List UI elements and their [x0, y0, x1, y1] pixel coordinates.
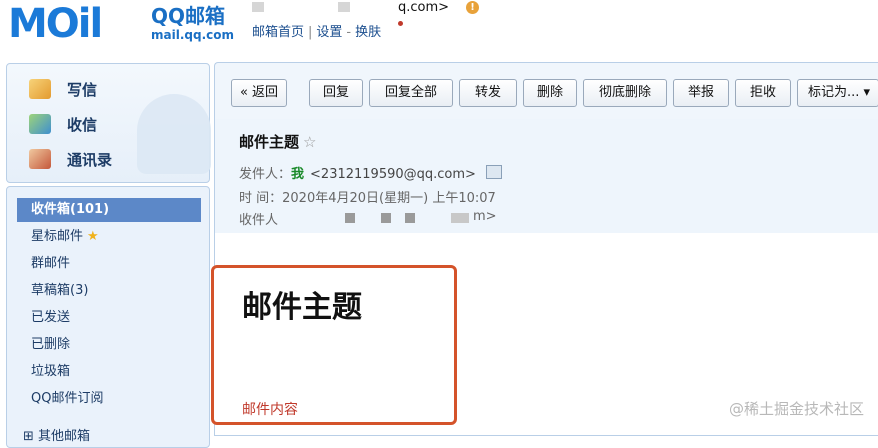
nav-home-link[interactable]: 邮箱首页: [252, 25, 304, 40]
folder-drafts[interactable]: 草稿箱(3): [17, 279, 201, 303]
redacted-username: [338, 2, 350, 12]
report-button[interactable]: 举报: [673, 79, 729, 107]
penguin-mascot-image: [137, 94, 211, 174]
contacts-button[interactable]: 通讯录: [29, 146, 112, 172]
watermark: @稀土掘金技术社区: [728, 400, 864, 418]
top-nav: 邮箱首页 | 设置 - 换肤: [252, 21, 381, 40]
mark-as-dropdown[interactable]: 标记为... ▾: [797, 79, 878, 107]
back-button[interactable]: « 返回: [231, 79, 287, 107]
logo-wordmark: QQ邮箱 mail.qq.com: [151, 4, 234, 42]
reject-button[interactable]: 拒收: [735, 79, 791, 107]
nav-skin-link[interactable]: 换肤: [355, 25, 381, 40]
contacts-icon: [29, 149, 51, 169]
star-toggle-icon[interactable]: ☆: [303, 133, 316, 151]
redacted-recipient: [405, 213, 415, 223]
top-header: MOil QQ邮箱 mail.qq.com q.com> ! 邮箱首页 | 设置 - 换…: [0, 0, 878, 58]
folder-deleted[interactable]: 已删除: [17, 333, 201, 357]
sidebar-actions: 写信 收信 通讯录: [6, 63, 211, 183]
from-address: <2312119590@qq.com>: [310, 167, 476, 182]
mail-header: 邮件主题 ☆ 发件人：我 <2312119590@qq.com> 时 间：2020年…: [215, 119, 878, 233]
logo-domain: mail.qq.com: [151, 28, 234, 42]
folder-spam[interactable]: 垃圾箱: [17, 360, 201, 384]
user-email: q.com>: [398, 0, 450, 15]
compose-button[interactable]: 写信: [29, 76, 97, 102]
content-text: 邮件内容: [242, 402, 298, 418]
logo-mark: MOil: [8, 1, 103, 47]
compose-label: 写信: [67, 80, 98, 99]
folder-starred-label: 星标邮件: [31, 229, 84, 244]
delete-button[interactable]: 删除: [523, 79, 577, 107]
content-title: 邮件主题: [242, 290, 362, 325]
folder-inbox[interactable]: 收件箱(101): [17, 198, 201, 222]
from-label: 发件人：: [239, 167, 292, 182]
mail-time-row: 时 间：2020年4月20日(星期一) 上午10:07: [239, 187, 496, 206]
mail-to-row: 收件人: [239, 209, 278, 228]
folder-subscriptions[interactable]: QQ邮件订阅: [17, 387, 201, 411]
redacted-recipient: [381, 213, 391, 223]
logo-brand: QQ邮箱: [151, 4, 226, 28]
receive-label: 收信: [67, 115, 98, 134]
reply-button[interactable]: 回复: [309, 79, 363, 107]
contacts-label: 通讯录: [67, 150, 113, 169]
redacted-recipient: [451, 213, 469, 223]
nav-settings-link[interactable]: 设置: [316, 25, 342, 40]
highlighted-mail-content: 邮件主题 邮件内容: [211, 265, 457, 425]
nav-separator: -: [346, 25, 352, 40]
redacted-username: [252, 2, 264, 12]
star-icon: ★: [87, 229, 99, 244]
folder-other-mailboxes[interactable]: ⊞ 其他邮箱: [23, 425, 90, 444]
folder-group[interactable]: 群邮件: [17, 252, 201, 276]
time-label: 时 间：: [239, 191, 283, 206]
mail-subject-text: 邮件主题: [239, 133, 300, 151]
folder-list: 收件箱(101) 星标邮件 ★ 群邮件 草稿箱(3) 已发送 已删除 垃圾箱 QQ…: [6, 186, 210, 448]
compose-icon: [29, 79, 51, 99]
reply-all-button[interactable]: 回复全部: [369, 79, 453, 107]
redacted-recipient: [345, 213, 355, 223]
to-label: 收件人: [239, 213, 279, 228]
folder-sent[interactable]: 已发送: [17, 306, 201, 330]
notification-dot: [398, 21, 403, 26]
folder-starred[interactable]: 星标邮件 ★: [17, 225, 201, 249]
nav-separator: |: [308, 25, 313, 40]
forward-button[interactable]: 转发: [459, 79, 517, 107]
receive-button[interactable]: 收信: [29, 111, 97, 137]
mail-from-row: 发件人：我 <2312119590@qq.com>: [239, 163, 502, 182]
contact-card-icon[interactable]: [485, 165, 502, 179]
mail-subject: 邮件主题 ☆: [239, 131, 316, 152]
warning-icon[interactable]: !: [466, 1, 479, 14]
from-name[interactable]: 我: [291, 167, 304, 182]
time-value: 2020年4月20日(星期一) 上午10:07: [282, 191, 496, 206]
receive-icon: [29, 114, 51, 134]
to-value: m>: [473, 209, 497, 224]
delete-permanently-button[interactable]: 彻底删除: [583, 79, 667, 107]
